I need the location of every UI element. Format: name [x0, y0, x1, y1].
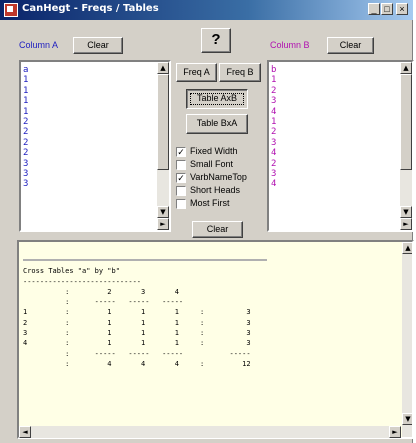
check-icon: ✓	[177, 173, 185, 183]
checkbox[interactable]	[176, 199, 186, 209]
column-a-values: a11112222333	[23, 65, 28, 190]
scroll-down-icon[interactable]: ▼	[400, 206, 412, 218]
column-a-label: Column A	[19, 40, 59, 50]
list-item[interactable]: 4	[271, 107, 276, 117]
list-item[interactable]: 1	[271, 117, 276, 127]
scroll-right-icon[interactable]: ►	[157, 218, 169, 230]
checkbox[interactable]: ✓	[176, 147, 186, 157]
app-window: CanHegt - Freqs / Tables _ □ × Column A …	[0, 0, 414, 443]
option-label: Fixed Width	[190, 146, 238, 156]
scroll-down-icon[interactable]: ▼	[157, 206, 169, 218]
column-b-vscrollbar[interactable]: ▲ ▼	[400, 62, 412, 218]
list-item[interactable]: 1	[23, 107, 28, 117]
column-b-clear-button[interactable]: Clear	[327, 37, 374, 54]
column-b-list[interactable]: b12341234234 ▲ ▼ ►	[267, 60, 414, 232]
column-a-vscrollbar[interactable]: ▲ ▼	[157, 62, 169, 218]
maximize-button[interactable]: □	[381, 3, 393, 15]
list-item[interactable]: a	[23, 65, 28, 75]
checkbox[interactable]: ✓	[176, 173, 186, 183]
list-item[interactable]: 2	[23, 127, 28, 137]
list-item[interactable]: b	[271, 65, 276, 75]
list-item[interactable]: 3	[271, 138, 276, 148]
column-b-values: b12341234234	[271, 65, 276, 190]
list-item[interactable]: 1	[271, 75, 276, 85]
scroll-up-icon[interactable]: ▲	[402, 242, 412, 254]
list-item[interactable]: 4	[271, 148, 276, 158]
list-item[interactable]: 2	[23, 138, 28, 148]
freq-a-button[interactable]: Freq A	[176, 63, 217, 82]
check-icon: ✓	[177, 147, 185, 157]
output-hscrollbar[interactable]: ◄ ►	[19, 426, 401, 438]
list-item[interactable]: 3	[271, 96, 276, 106]
list-item[interactable]: 2	[271, 159, 276, 169]
option-label: Short Heads	[190, 185, 241, 195]
output-vscrollbar[interactable]: ▲ ▼	[402, 242, 412, 437]
list-item[interactable]: 1	[23, 86, 28, 96]
list-item[interactable]: 1	[23, 96, 28, 106]
list-item[interactable]: 2	[23, 148, 28, 158]
option-label: Small Font	[190, 159, 234, 169]
scroll-down-icon[interactable]: ▼	[402, 413, 412, 425]
list-item[interactable]: 3	[23, 179, 28, 189]
scroll-left-icon[interactable]: ◄	[19, 426, 31, 438]
output-clear-button[interactable]: Clear	[192, 221, 243, 238]
window-title: CanHegt - Freqs / Tables	[22, 3, 159, 14]
list-item[interactable]: 2	[271, 127, 276, 137]
output-text: Cross Tables "a" by "b" ----------------…	[23, 267, 251, 368]
checkbox[interactable]	[176, 186, 186, 196]
column-a-clear-button[interactable]: Clear	[73, 37, 123, 54]
output-panel[interactable]: Cross Tables "a" by "b" ----------------…	[17, 240, 414, 439]
list-item[interactable]: 3	[271, 169, 276, 179]
scroll-up-icon[interactable]: ▲	[157, 62, 169, 74]
column-a-list[interactable]: a11112222333 ▲ ▼ ►	[19, 60, 171, 232]
option-label: VarbNameTop	[190, 172, 247, 182]
freq-b-button[interactable]: Freq B	[219, 63, 261, 82]
scroll-thumb[interactable]	[157, 74, 169, 170]
list-item[interactable]: 2	[271, 86, 276, 96]
close-button[interactable]: ×	[396, 3, 408, 15]
table-bxa-button[interactable]: Table BxA	[186, 114, 248, 134]
list-item[interactable]: 4	[271, 179, 276, 189]
scroll-thumb[interactable]	[400, 74, 412, 170]
list-item[interactable]: 3	[23, 169, 28, 179]
column-b-label: Column B	[270, 40, 310, 50]
list-item[interactable]: 3	[23, 159, 28, 169]
title-bar[interactable]: CanHegt - Freqs / Tables _ □ ×	[0, 0, 413, 20]
table-axb-button[interactable]: Table AxB	[186, 89, 248, 109]
checkbox[interactable]	[176, 160, 186, 170]
scroll-up-icon[interactable]: ▲	[400, 62, 412, 74]
list-item[interactable]: 1	[23, 75, 28, 85]
app-icon	[4, 3, 18, 17]
help-button[interactable]: ?	[201, 28, 231, 53]
list-item[interactable]: 2	[23, 117, 28, 127]
scroll-right-icon[interactable]: ►	[389, 426, 401, 438]
scroll-right-icon[interactable]: ►	[400, 218, 412, 230]
minimize-button[interactable]: _	[368, 3, 380, 15]
option-label: Most First	[190, 198, 230, 208]
